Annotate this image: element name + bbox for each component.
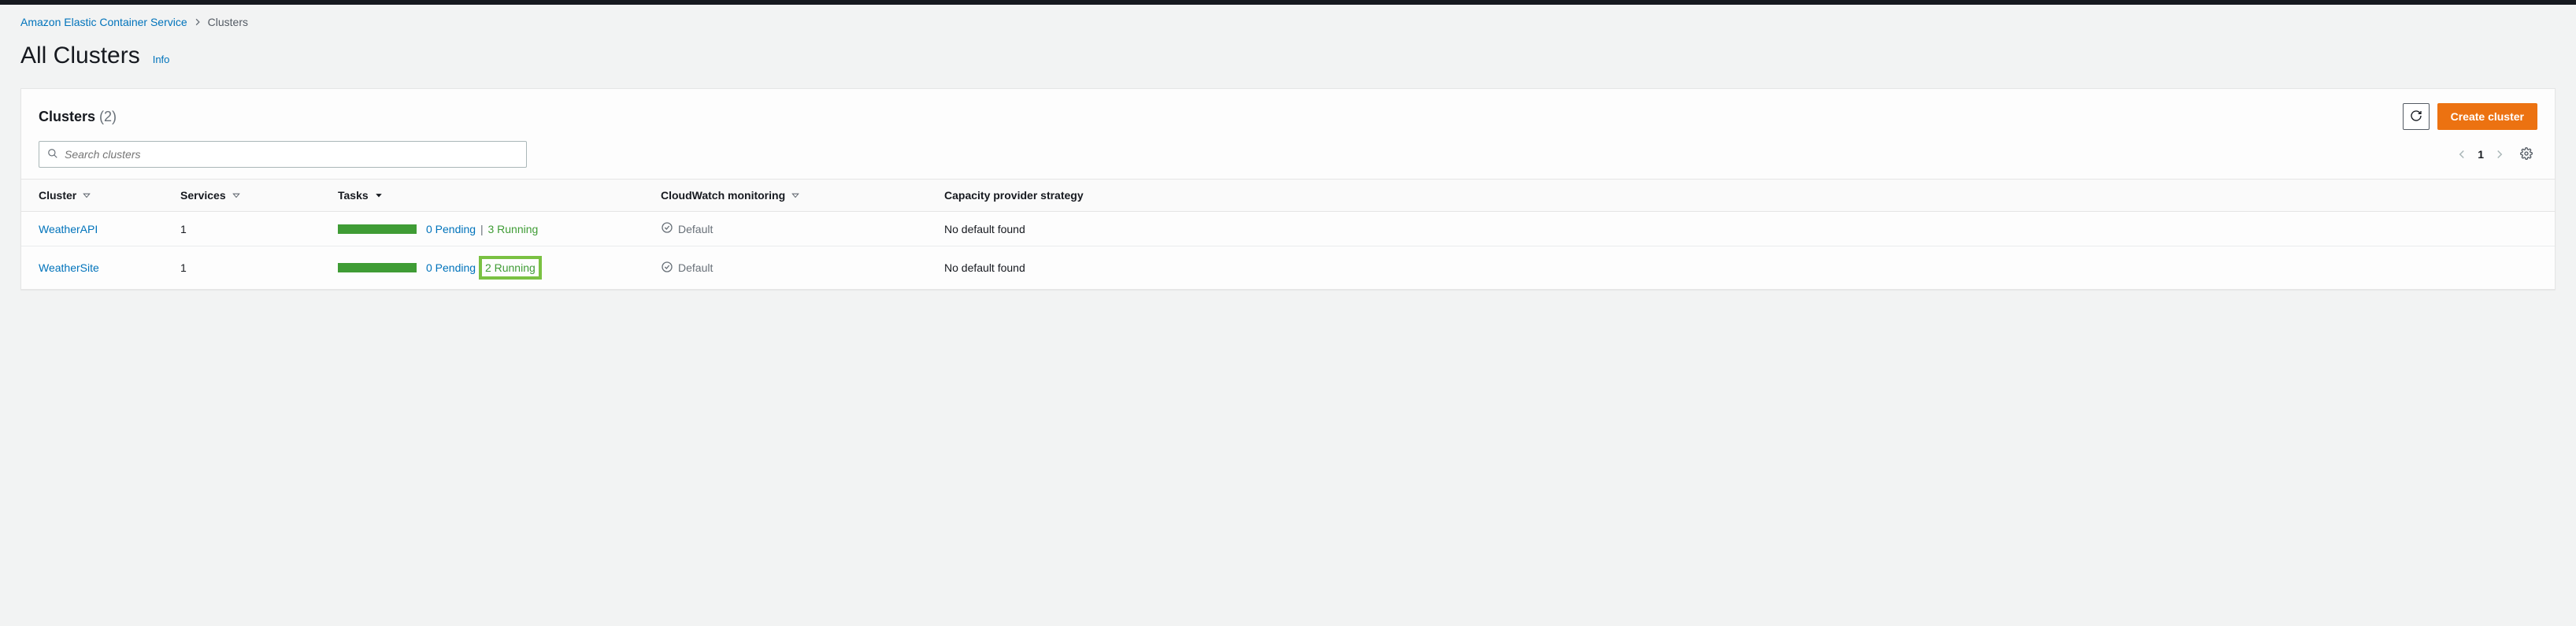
table-settings-button[interactable] [2515,143,2537,165]
services-cell: 1 [163,246,321,290]
tasks-pending: 0 Pending [426,223,476,235]
cloudwatch-value: Default [678,223,713,235]
breadcrumb: Amazon Elastic Container Service Cluster… [20,16,2556,28]
col-header-cloudwatch-label: CloudWatch monitoring [661,189,785,202]
clusters-panel: Clusters (2) Create cluster [20,88,2556,290]
refresh-icon [2410,109,2422,124]
pager: 1 [2457,143,2537,165]
cloudwatch-cell: Default [661,221,910,236]
tasks-cell: 0 Pending 2 Running [338,256,626,280]
chevron-right-icon [194,16,202,28]
annotation-highlight: 2 Running [479,256,542,280]
breadcrumb-current: Clusters [208,16,248,28]
search-box[interactable] [39,141,527,168]
search-icon [47,148,58,161]
check-circle-icon [661,261,673,276]
page-title: All Clusters [20,43,140,69]
search-pager-row: 1 [39,141,2537,168]
tasks-running: 2 Running [485,261,536,274]
services-cell: 1 [163,212,321,246]
table-header-row: Cluster Services [21,180,2555,212]
col-header-tasks-label: Tasks [338,189,369,202]
gear-icon [2520,147,2533,162]
pager-prev-button[interactable] [2457,150,2467,159]
col-header-services-label: Services [180,189,226,202]
col-header-cloudwatch[interactable]: CloudWatch monitoring [643,180,927,212]
breadcrumb-root-link[interactable]: Amazon Elastic Container Service [20,16,187,28]
cloudwatch-cell: Default [661,261,910,276]
refresh-button[interactable] [2403,103,2430,130]
tasks-running: 3 Running [487,223,538,235]
capacity-cell: No default found [927,246,2555,290]
page-body: Amazon Elastic Container Service Cluster… [0,5,2576,313]
cloudwatch-value: Default [678,261,713,274]
col-header-services[interactable]: Services [163,180,321,212]
page-title-row: All Clusters Info [20,43,2556,69]
col-header-capacity-label: Capacity provider strategy [944,189,1084,202]
sort-icon [232,191,240,199]
task-bar [338,263,417,272]
tasks-pending: 0 Pending [426,261,476,274]
cluster-name-link[interactable]: WeatherSite [39,261,99,274]
panel-count: (2) [99,109,117,124]
panel-title: Clusters (2) [39,109,117,125]
pager-next-button[interactable] [2495,150,2504,159]
check-circle-icon [661,221,673,236]
panel-header: Clusters (2) Create cluster [39,103,2537,130]
tasks-separator: | [480,223,484,235]
sort-icon [83,191,91,199]
create-cluster-button[interactable]: Create cluster [2437,103,2537,130]
pager-current-page: 1 [2478,148,2484,161]
sort-icon-active [375,191,383,199]
table-body: WeatherAPI 1 0 Pending | 3 Running [21,212,2555,290]
col-header-tasks[interactable]: Tasks [321,180,643,212]
table-row: WeatherSite 1 0 Pending 2 Running [21,246,2555,290]
col-header-cluster[interactable]: Cluster [21,180,163,212]
clusters-table: Cluster Services [21,179,2555,289]
capacity-cell: No default found [927,212,2555,246]
info-link[interactable]: Info [153,54,170,65]
panel-actions: Create cluster [2403,103,2537,130]
table-row: WeatherAPI 1 0 Pending | 3 Running [21,212,2555,246]
col-header-cluster-label: Cluster [39,189,76,202]
cluster-name-link[interactable]: WeatherAPI [39,223,98,235]
sort-icon [791,191,799,199]
task-bar [338,224,417,234]
col-header-capacity[interactable]: Capacity provider strategy [927,180,2555,212]
search-input[interactable] [65,148,518,161]
panel-title-text: Clusters [39,109,95,124]
tasks-cell: 0 Pending | 3 Running [338,223,626,235]
